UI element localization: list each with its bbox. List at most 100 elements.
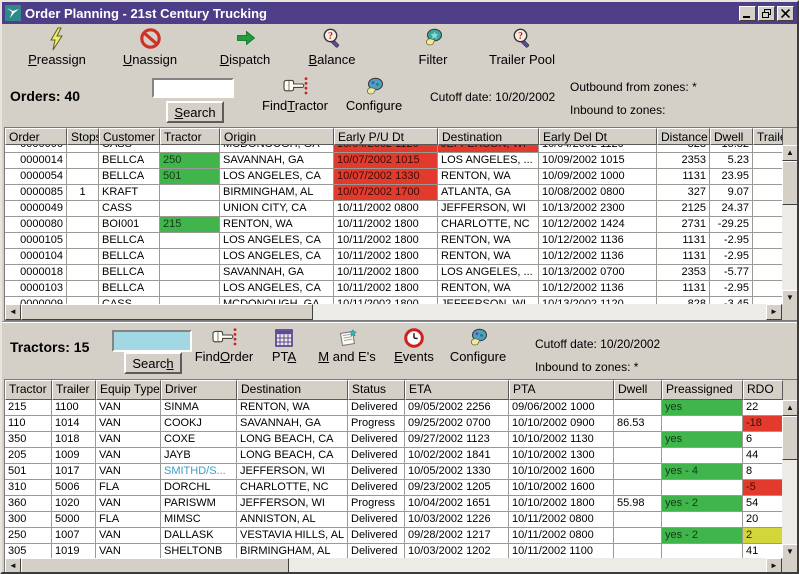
orders-row[interactable]: 0000105 BELLCA LOS ANGELES, CA 10/11/2002 1… <box>5 233 782 249</box>
tractors-cell-driver: COOKJ <box>161 416 237 431</box>
orders-cell-early-p-u-dt: 10/04/2002 1120 <box>334 145 438 152</box>
orders-column-header-order[interactable]: Order <box>5 128 67 145</box>
configure-hand-icon <box>336 76 412 98</box>
scroll-up-button[interactable]: ▲ <box>782 145 797 161</box>
tractors-column-header-tractor[interactable]: Tractor <box>5 380 52 400</box>
tractors-row[interactable]: 350 1018 VAN COXE LONG BEACH, CA Delivered 09/… <box>5 432 782 448</box>
tractors-search-button[interactable]: Search <box>124 352 182 374</box>
tool-label: Configure <box>449 349 507 364</box>
outbound-zones-label: Outbound from zones: * <box>570 80 697 94</box>
orders-column-header-early-p-u-dt[interactable]: Early P/U Dt <box>334 128 438 145</box>
tractors-column-header-status[interactable]: Status <box>348 380 405 400</box>
tractors-row[interactable]: 205 1009 VAN JAYB LONG BEACH, CA Delivered 10/… <box>5 448 782 464</box>
tractors-column-header-pta[interactable]: PTA <box>509 380 614 400</box>
orders-row[interactable]: 0000104 BELLCA LOS ANGELES, CA 10/11/2002 1… <box>5 249 782 265</box>
tool-button-findorder[interactable]: FindOrder <box>185 327 263 364</box>
orders-row[interactable]: 0000103 BELLCA LOS ANGELES, CA 10/11/2002 1… <box>5 281 782 297</box>
tractors-column-header-trailer[interactable]: Trailer <box>52 380 96 400</box>
orders-column-header-early-del-dt[interactable]: Early Del Dt <box>539 128 657 145</box>
tool-button-configure[interactable]: Configure <box>439 327 517 364</box>
tractors-column-header-equip-type[interactable]: Equip Type <box>96 380 161 400</box>
orders-row[interactable]: 0000085 1 KRAFT BIRMINGHAM, AL 10/07/2002 17… <box>5 185 782 201</box>
minimize-button[interactable] <box>739 5 756 21</box>
tractors-row[interactable]: 501 1017 VAN SMITHD/S... JEFFERSON, WI Delive… <box>5 464 782 480</box>
orders-column-header-tractor[interactable]: Tractor <box>160 128 220 145</box>
scroll-left-button[interactable]: ◄ <box>5 558 21 572</box>
orders-cell-destination: CHARLOTTE, NC <box>438 217 539 232</box>
tractors-cell-preassigned <box>662 480 743 495</box>
orders-row[interactable]: 0000080 BOI001 215 RENTON, WA 10/11/2002 180… <box>5 217 782 233</box>
vertical-scroll-thumb[interactable] <box>782 161 797 205</box>
orders-column-header-distance[interactable]: Distance <box>657 128 710 145</box>
scroll-right-button[interactable]: ► <box>766 304 782 320</box>
tool-button-findtractor[interactable]: FindTractor <box>252 76 338 113</box>
tractors-vertical-scrollbar[interactable]: ▲ ▼ <box>782 400 797 560</box>
tractors-cell-rdo: 44 <box>743 448 782 463</box>
toolbar-button-unassign[interactable]: Unassign <box>110 27 190 67</box>
tractors-row[interactable]: 250 1007 VAN DALLASK VESTAVIA HILLS, AL Deliv… <box>5 528 782 544</box>
tractors-column-header-preassigned[interactable]: Preassigned <box>662 380 743 400</box>
tractors-column-header-driver[interactable]: Driver <box>161 380 237 400</box>
orders-cell-distance: 2125 <box>657 201 710 216</box>
tractors-cell-driver: DALLASK <box>161 528 237 543</box>
vertical-scroll-thumb[interactable] <box>782 416 797 460</box>
tractors-cell-eta: 10/03/2002 1202 <box>405 544 509 559</box>
tractors-cell-trailer: 1020 <box>52 496 96 511</box>
restore-button[interactable] <box>758 5 775 21</box>
orders-column-header-stops[interactable]: Stops <box>67 128 99 145</box>
orders-column-header-destination[interactable]: Destination <box>438 128 539 145</box>
horizontal-scroll-thumb[interactable] <box>21 304 313 320</box>
horizontal-scroll-thumb[interactable] <box>21 558 289 572</box>
toolbar-button-filter[interactable]: Filter <box>406 27 460 67</box>
tractors-cell-equip-type: VAN <box>96 544 161 559</box>
close-button[interactable] <box>777 5 794 21</box>
green-arrow-icon <box>206 27 284 51</box>
tractors-row[interactable]: 360 1020 VAN PARISWM JEFFERSON, WI Progress 10… <box>5 496 782 512</box>
tool-button-pta[interactable]: PTA <box>261 327 307 364</box>
tractors-row[interactable]: 300 5000 FLA MIMSC ANNISTON, AL Delivered 10/0… <box>5 512 782 528</box>
inbound-zones-label: Inbound to zones: <box>570 103 666 117</box>
orders-horizontal-scrollbar[interactable]: ◄ ► <box>5 304 782 320</box>
tool-button-configure[interactable]: Configure <box>336 76 412 113</box>
tractors-row[interactable]: 310 5006 FLA DORCHL CHARLOTTE, NC Delivered 09… <box>5 480 782 496</box>
tractors-column-header-rdo[interactable]: RDO <box>743 380 783 400</box>
orders-search-input[interactable] <box>152 78 234 98</box>
orders-row[interactable]: 0000014 BELLCA 250 SAVANNAH, GA 10/07/2002 1… <box>5 153 782 169</box>
orders-search-button[interactable]: Search <box>166 101 224 123</box>
tractors-column-header-destination[interactable]: Destination <box>237 380 348 400</box>
tractors-cell-pta: 10/10/2002 1600 <box>509 464 614 479</box>
orders-cell-order: 0000104 <box>5 249 67 264</box>
toolbar-button-preassign[interactable]: Preassign <box>18 27 96 67</box>
tool-button-events[interactable]: Events <box>383 327 445 364</box>
tractors-cell-status: Delivered <box>348 512 405 527</box>
orders-column-header-customer[interactable]: Customer <box>99 128 160 145</box>
tractors-cell-equip-type: VAN <box>96 528 161 543</box>
tractors-row[interactable]: 215 1100 VAN SINMA RENTON, WA Delivered 09/05/… <box>5 400 782 416</box>
orders-row[interactable]: 0000006CASSMCDONOUGH, GA10/04/2002 1120J… <box>5 145 782 153</box>
orders-cell-stops: 1 <box>67 185 99 200</box>
orders-cell-distance: 1131 <box>657 169 710 184</box>
toolbar-button-trailer-pool[interactable]: ? Trailer Pool <box>476 27 568 67</box>
orders-column-header-trailer[interactable]: Trailer <box>753 128 783 145</box>
tractors-search-input[interactable] <box>112 330 192 352</box>
orders-column-header-dwell[interactable]: Dwell <box>710 128 753 145</box>
orders-row[interactable]: 0000054 BELLCA 501 LOS ANGELES, CA 10/07/200… <box>5 169 782 185</box>
tractors-row[interactable]: 110 1014 VAN COOKJ SAVANNAH, GA Progress 09/25… <box>5 416 782 432</box>
orders-cell-stops <box>67 265 99 280</box>
tractors-column-header-eta[interactable]: ETA <box>405 380 509 400</box>
orders-column-header-origin[interactable]: Origin <box>220 128 334 145</box>
scroll-up-button[interactable]: ▲ <box>782 400 797 416</box>
orders-row[interactable]: 0000049 CASS UNION CITY, CA 10/11/2002 0800… <box>5 201 782 217</box>
orders-count-label: Orders: 40 <box>10 88 81 104</box>
tractors-column-header-dwell[interactable]: Dwell <box>614 380 662 400</box>
tractors-cell-tractor: 310 <box>5 480 52 495</box>
scroll-left-button[interactable]: ◄ <box>5 304 21 320</box>
tractors-cell-equip-type: VAN <box>96 464 161 479</box>
orders-row[interactable]: 0000018 BELLCA SAVANNAH, GA 10/11/2002 1800… <box>5 265 782 281</box>
tool-button-m-and-e-s[interactable]: M and E's <box>308 327 386 364</box>
scroll-right-button[interactable]: ► <box>766 558 782 572</box>
orders-vertical-scrollbar[interactable]: ▲ ▼ <box>782 145 797 306</box>
tractors-horizontal-scrollbar[interactable]: ◄ ► <box>5 558 782 572</box>
toolbar-button-balance[interactable]: ? Balance <box>296 27 368 67</box>
toolbar-button-dispatch[interactable]: Dispatch <box>206 27 284 67</box>
